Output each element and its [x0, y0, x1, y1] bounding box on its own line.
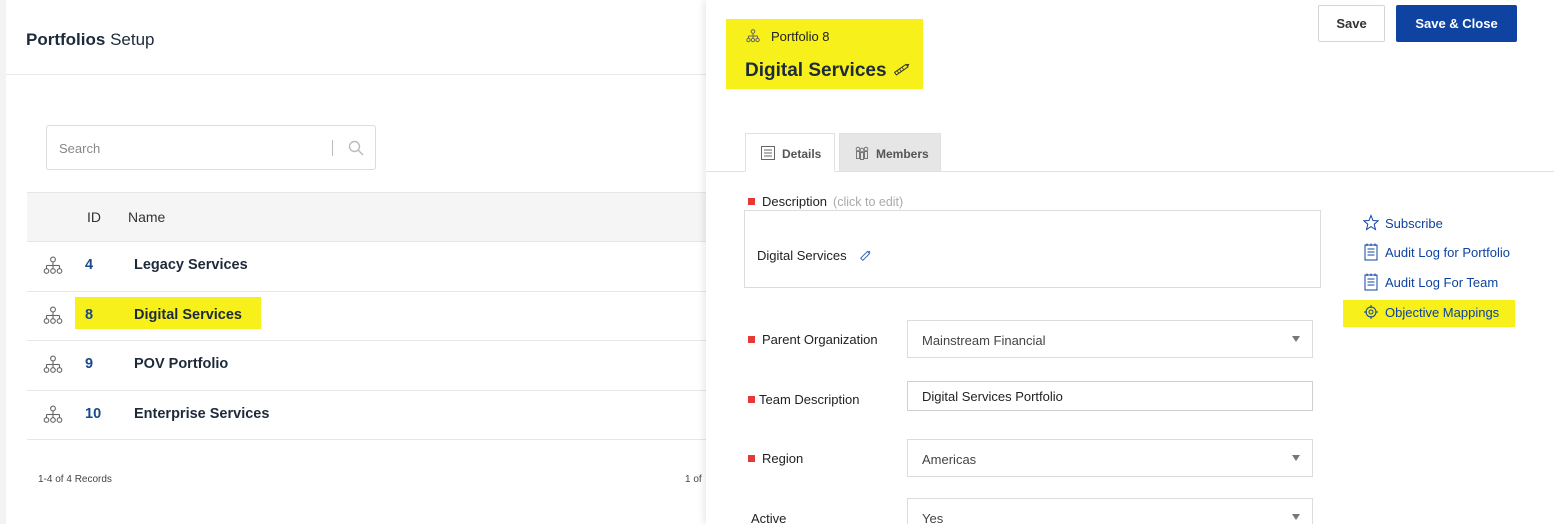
chevron-down-icon	[1292, 514, 1300, 520]
page-title-bold: Portfolios	[26, 30, 106, 49]
header-divider	[6, 74, 706, 75]
records-count: 1-4 of 4 Records	[38, 474, 112, 485]
parent-org-value: Mainstream Financial	[922, 333, 1046, 348]
page-title-rest: Setup	[105, 30, 155, 49]
people-icon	[855, 146, 869, 160]
tab-details-label: Details	[782, 147, 822, 161]
description-field[interactable]: Digital Services	[744, 210, 1321, 288]
description-label: Description (click to edit)	[762, 194, 903, 209]
active-value: Yes	[922, 511, 944, 524]
audit-log-portfolio-label: Audit Log for Portfolio	[1385, 245, 1511, 260]
row-id[interactable]: 10	[85, 406, 101, 422]
row-name[interactable]: POV Portfolio	[134, 356, 228, 372]
team-desc-input[interactable]	[907, 381, 1313, 411]
team-desc-label: Team Description	[759, 392, 860, 407]
region-label: Region	[762, 451, 804, 466]
search-box	[46, 125, 376, 170]
active-select[interactable]: Yes	[907, 498, 1313, 524]
row-id[interactable]: 4	[85, 257, 93, 273]
row-name[interactable]: Digital Services	[134, 307, 242, 323]
table-row[interactable]: 10 Enterprise Services	[27, 391, 707, 440]
description-hint[interactable]: (click to edit)	[833, 195, 903, 209]
target-icon	[1364, 305, 1378, 319]
portfolios-table: ID Name 4 Legacy Services 8 Digital Service…	[27, 192, 707, 440]
page-title: Portfolios Setup	[26, 30, 155, 50]
page: Portfolios Setup ID Name 4 Legacy Service…	[0, 0, 1554, 524]
portfolio-name-title: Digital Services	[745, 60, 887, 81]
row-name[interactable]: Legacy Services	[134, 257, 248, 273]
star-icon	[1363, 214, 1379, 231]
page-indicator: 1 of	[685, 474, 702, 485]
tab-details[interactable]: Details	[745, 133, 835, 172]
table-row[interactable]: 8 Digital Services	[27, 292, 707, 341]
chevron-down-icon	[1292, 336, 1300, 342]
table-row[interactable]: 4 Legacy Services	[27, 242, 707, 292]
required-marker	[748, 396, 755, 403]
active-label: Active	[751, 511, 787, 524]
hierarchy-icon	[43, 355, 63, 373]
row-id[interactable]: 8	[85, 307, 93, 323]
hierarchy-icon	[746, 29, 760, 43]
column-header-name[interactable]: Name	[128, 209, 165, 225]
row-id[interactable]: 9	[85, 356, 93, 372]
chevron-down-icon	[1292, 455, 1300, 461]
required-marker	[748, 455, 755, 462]
hierarchy-icon	[43, 306, 63, 324]
tab-members-label: Members	[876, 147, 929, 161]
table-header: ID Name	[27, 192, 707, 242]
row-name[interactable]: Enterprise Services	[134, 406, 269, 422]
hierarchy-icon	[43, 405, 63, 423]
required-marker	[748, 336, 755, 343]
save-close-button[interactable]: Save & Close	[1396, 5, 1517, 42]
description-value: Digital Services	[757, 248, 847, 263]
edit-pencil-icon[interactable]	[859, 248, 873, 262]
search-input[interactable]	[59, 138, 319, 158]
table-body: 4 Legacy Services 8 Digital Services 9 POV Po…	[27, 242, 707, 440]
notepad-icon	[1364, 243, 1378, 261]
required-marker	[748, 198, 755, 205]
document-icon	[761, 146, 775, 160]
edit-pencil-icon[interactable]	[892, 60, 912, 78]
parent-org-select[interactable]: Mainstream Financial	[907, 320, 1313, 358]
hierarchy-icon	[43, 256, 63, 274]
portfolios-list-panel: Portfolios Setup ID Name 4 Legacy Service…	[0, 0, 707, 524]
region-value: Americas	[922, 452, 977, 467]
search-icon[interactable]	[347, 139, 365, 157]
save-button[interactable]: Save	[1318, 5, 1385, 42]
tab-members[interactable]: Members	[839, 133, 941, 172]
subscribe-label: Subscribe	[1385, 216, 1443, 231]
search-separator	[332, 140, 333, 156]
region-select[interactable]: Americas	[907, 439, 1313, 477]
notepad-icon	[1364, 273, 1378, 291]
description-label-text: Description	[762, 194, 828, 209]
portfolio-number: Portfolio 8	[771, 29, 830, 44]
column-header-id[interactable]: ID	[87, 209, 101, 225]
parent-org-label: Parent Organization	[762, 332, 878, 347]
portfolio-detail-panel: Portfolio 8 Digital Services Save Save &…	[706, 0, 1554, 524]
audit-log-team-label: Audit Log For Team	[1385, 275, 1499, 290]
table-row[interactable]: 9 POV Portfolio	[27, 341, 707, 391]
objective-mappings-label: Objective Mappings	[1385, 305, 1500, 320]
